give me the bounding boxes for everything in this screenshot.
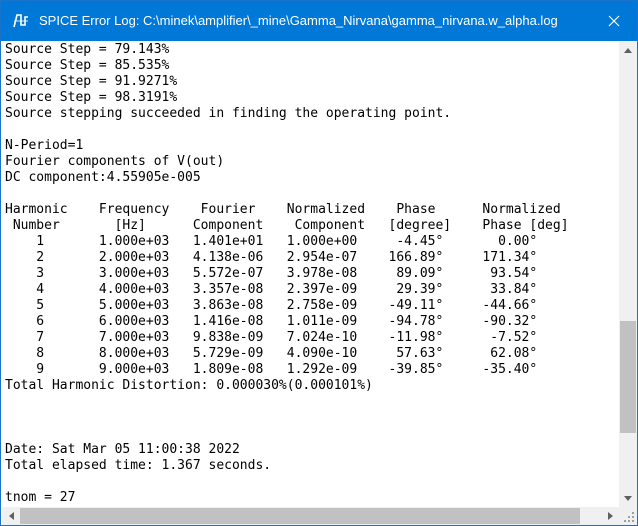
resize-grip-icon	[624, 512, 634, 522]
close-icon	[608, 15, 620, 27]
chevron-down-icon	[624, 495, 632, 501]
vertical-scrollbar[interactable]	[619, 41, 637, 507]
log-line: Source Step = 98.3191%	[5, 90, 178, 105]
log-line: tnom = 27	[5, 490, 76, 505]
log-text: Source Step = 79.143% Source Step = 85.53…	[5, 42, 569, 506]
log-window: SPICE Error Log: C:\minek\amplifier\_min…	[0, 0, 638, 526]
log-text-area[interactable]: Source Step = 79.143% Source Step = 85.53…	[2, 41, 619, 507]
log-line: DC component:4.55905e-005	[5, 170, 201, 185]
log-line: 9 9.000e+03 1.809e-08 1.292e-09 -39.85° …	[5, 362, 538, 377]
scroll-left-button[interactable]	[2, 507, 20, 525]
size-grip[interactable]	[619, 507, 637, 525]
log-line: Total elapsed time: 1.367 seconds.	[5, 458, 272, 473]
log-line: 3 3.000e+03 5.572e-07 3.978e-08 89.09° 9…	[5, 266, 538, 281]
log-line: 2 2.000e+03 4.138e-06 2.954e-07 166.89° …	[5, 250, 538, 265]
scroll-down-button[interactable]	[619, 489, 637, 507]
close-button[interactable]	[591, 1, 637, 41]
log-line: Source Step = 91.9271%	[5, 74, 178, 89]
log-line: 8 8.000e+03 5.729e-09 4.090e-10 57.63° 6…	[5, 346, 538, 361]
horizontal-scrollbar[interactable]	[2, 507, 619, 525]
vertical-scroll-thumb[interactable]	[620, 321, 636, 433]
log-line: Total Harmonic Distortion: 0.000030%(0.0…	[5, 378, 373, 393]
ltspice-icon	[12, 12, 30, 30]
log-line: Fourier components of V(out)	[5, 154, 225, 169]
chevron-right-icon	[607, 512, 613, 520]
log-line: 4 4.000e+03 3.357e-08 2.397e-09 29.39° 3…	[5, 282, 538, 297]
log-line: Source stepping succeeded in finding the…	[5, 106, 452, 121]
log-line: 1 1.000e+03 1.401e+01 1.000e+00 -4.45° 0…	[5, 234, 538, 249]
log-line: Source Step = 85.535%	[5, 58, 170, 73]
log-line: 6 6.000e+03 1.416e-08 1.011e-09 -94.78° …	[5, 314, 538, 329]
log-line: Number [Hz] Component Component [degree]…	[5, 218, 569, 233]
log-line: 7 7.000e+03 9.838e-09 7.024e-10 -11.98° …	[5, 330, 538, 345]
window-title: SPICE Error Log: C:\minek\amplifier\_min…	[39, 13, 558, 28]
title-bar[interactable]: SPICE Error Log: C:\minek\amplifier\_min…	[1, 1, 637, 41]
chevron-up-icon	[624, 47, 632, 53]
log-line: Harmonic Frequency Fourier Normalized Ph…	[5, 202, 561, 217]
log-line: N-Period=1	[5, 138, 84, 153]
scroll-right-button[interactable]	[601, 507, 619, 525]
scroll-up-button[interactable]	[619, 41, 637, 59]
log-line: Source Step = 79.143%	[5, 42, 170, 57]
chevron-left-icon	[8, 512, 14, 520]
horizontal-scroll-thumb[interactable]	[20, 508, 580, 524]
log-line: 5 5.000e+03 3.863e-08 2.758e-09 -49.11° …	[5, 298, 538, 313]
log-line: Date: Sat Mar 05 11:00:38 2022	[5, 442, 240, 457]
